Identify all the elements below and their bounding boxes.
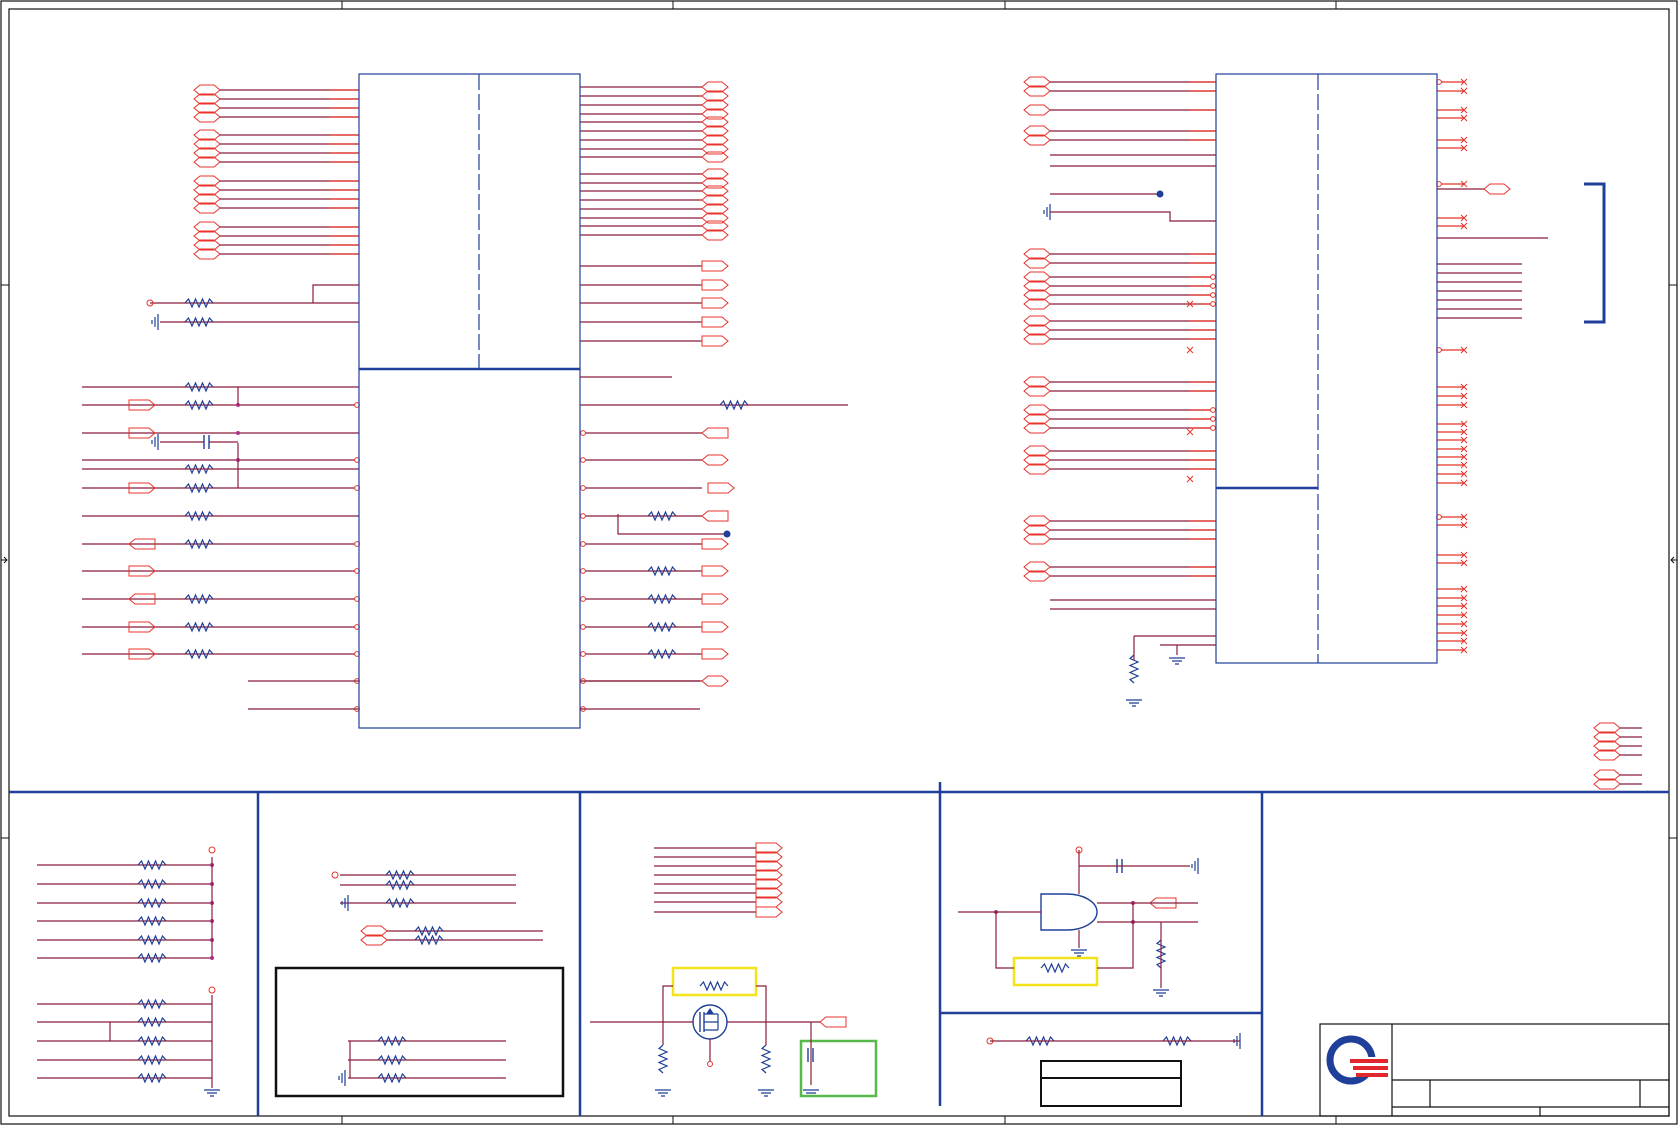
pin-marker [580,596,586,602]
pin-marker [1210,301,1216,307]
junction-dot [1156,190,1164,198]
ic-left-block [358,73,581,729]
ground-symbol-icon [151,434,159,450]
net-port-symbol-icon [1483,183,1511,195]
net-port-symbol-icon [701,675,729,687]
and-gate-wires [958,850,1198,988]
pin-marker [1210,416,1216,422]
mosfet-symbol-icon [692,1004,728,1067]
capacitor-symbol-icon [203,435,210,449]
net-port-symbol-icon [701,565,729,577]
net-port-symbol-icon [701,335,729,347]
no-connect-marker [1186,475,1194,483]
ground-symbol-icon [151,314,159,330]
pin-marker [580,568,586,574]
ground-symbol-icon [758,1089,774,1097]
net-port-symbol-icon [701,538,729,550]
pin-marker [1210,274,1216,280]
ground-symbol-icon [1153,989,1169,997]
pullup-section [109,857,213,1088]
bus-bracket [1584,182,1606,324]
pin-marker [1210,283,1216,289]
pin-marker [580,651,586,657]
net-port-symbol-icon [701,454,729,466]
net-port-symbol-icon [701,621,729,633]
net-port-symbol-icon [701,316,729,328]
net-port-symbol-icon [819,1016,847,1028]
ground-symbol-icon [1126,699,1142,707]
pin-marker [580,541,586,547]
net-port-symbol-icon [701,510,729,522]
ground-symbol-icon [204,1089,220,1097]
pin-marker [1210,425,1216,431]
power-pin-icon [331,871,339,879]
net-port-symbol-icon [707,482,735,494]
label-boxes [1040,1060,1182,1107]
ground-symbol-icon [1169,657,1185,665]
ic-right-block [1215,73,1438,664]
schematic-dynamic-layer [37,76,1642,1097]
ground-symbol-icon [655,1089,671,1097]
ground-symbol-icon [1071,949,1087,957]
and-gate-symbol-icon [1040,893,1098,931]
net-port-symbol-icon [755,906,783,918]
no-connect-marker [1186,428,1194,436]
section-dividers [9,782,1669,1116]
pin-marker [580,624,586,630]
junction-dot [723,530,731,538]
drawing-frame [0,0,1678,1125]
pin-marker [580,457,586,463]
mosfet-wires [590,985,820,1085]
net-port-symbol-icon [701,593,729,605]
junction-dot [236,431,240,435]
section2-note-box [274,966,565,1098]
highlight-box-green [799,1039,878,1098]
ground-symbol-icon [1043,204,1051,220]
pin-marker [580,513,586,519]
pin-marker [580,485,586,491]
power-pin-icon [208,846,216,854]
company-logo-icon [1326,1035,1388,1085]
net-port-symbol-icon [701,260,729,272]
power-pin-icon [208,986,216,994]
schematic-sheet [0,0,1678,1125]
net-port-symbol-icon [701,427,729,439]
resistor-symbol-icon [657,1044,669,1074]
resistor-symbol-icon [699,980,729,992]
pin-marker [1210,292,1216,298]
ground-symbol-icon [338,1070,346,1086]
net-port-symbol-icon [701,297,729,309]
ground-symbol-icon [1191,858,1199,874]
net-port-symbol-icon [701,648,729,660]
resistor-symbol-icon [1040,962,1070,974]
net-port-symbol-icon [1023,104,1051,116]
schematic-canvas [0,0,1678,1125]
no-connect-marker [1186,346,1194,354]
net-port-symbol-icon [701,279,729,291]
resistor-symbol-icon [760,1044,772,1074]
highlight-box-yellow [671,966,758,997]
pin-marker [580,430,586,436]
pin-marker [1210,407,1216,413]
